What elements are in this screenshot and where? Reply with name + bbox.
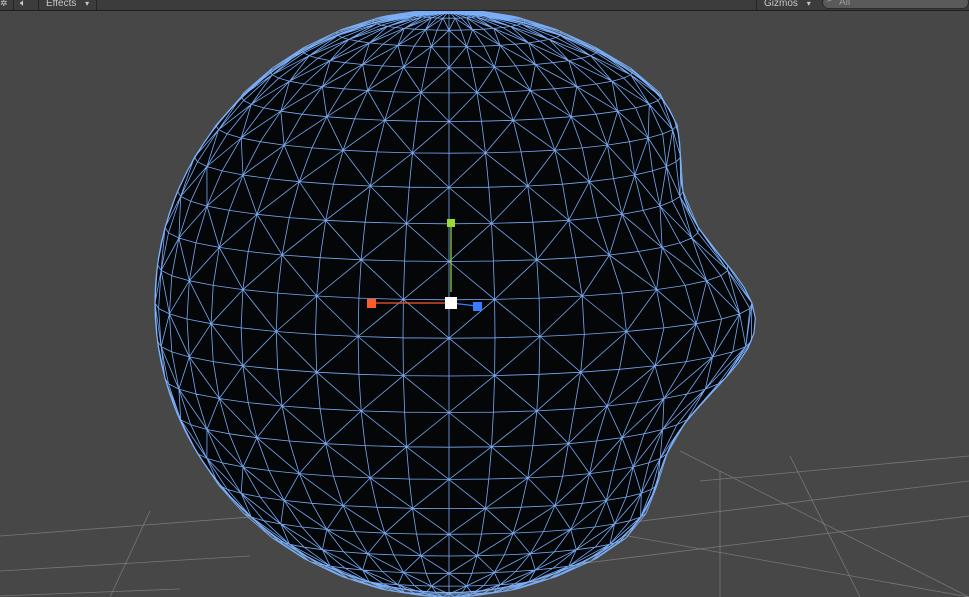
grid-line xyxy=(599,530,969,597)
gizmos-label: Gizmos xyxy=(764,0,798,9)
grid-line xyxy=(0,555,251,572)
scene-lighting-icon[interactable]: ✲ xyxy=(0,0,8,10)
gizmos-dropdown[interactable]: Gizmos ▾ xyxy=(764,0,811,10)
chevron-down-icon: ▾ xyxy=(806,0,811,8)
scene-viewport[interactable] xyxy=(0,11,969,597)
z-axis-handle[interactable] xyxy=(473,302,482,311)
effects-label: Effects xyxy=(46,0,77,9)
scene-canvas[interactable] xyxy=(0,11,969,597)
grid-line xyxy=(699,455,969,482)
chevron-down-icon: ▾ xyxy=(85,0,90,8)
search-icon: ⌕ xyxy=(827,0,833,5)
grid-line xyxy=(679,450,969,597)
search-input[interactable] xyxy=(839,0,959,8)
toolbar-divider xyxy=(38,0,39,10)
toolbar-divider xyxy=(756,0,757,10)
x-axis-handle[interactable] xyxy=(367,299,376,308)
grid-line xyxy=(0,588,181,597)
scene-toolbar: ✲ 🔈︎ Effects ▾ Gizmos ▾ ⌕ xyxy=(0,0,969,11)
hierarchy-search-field[interactable]: ⌕ xyxy=(822,0,969,9)
audio-toggle-icon[interactable]: 🔈︎ xyxy=(20,0,26,10)
center-handle[interactable] xyxy=(445,297,457,309)
grid-line xyxy=(109,510,151,597)
y-axis-handle[interactable] xyxy=(447,219,455,227)
effects-dropdown[interactable]: Effects ▾ xyxy=(46,0,89,10)
toolbar-divider xyxy=(13,0,14,10)
toolbar-divider xyxy=(96,0,97,10)
